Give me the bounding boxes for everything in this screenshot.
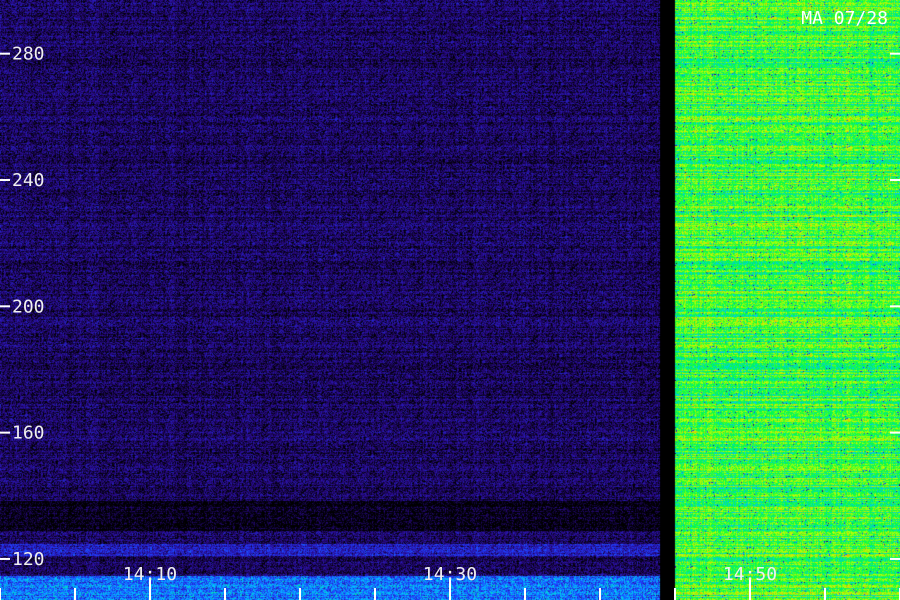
chart-overlay: 120 160 200 240 280 14:10 14:30 14:50 MA 07/28	[0, 8, 900, 600]
x-tick-label: 14:50	[723, 564, 777, 585]
x-axis: 14:10 14:30 14:50	[0, 564, 900, 600]
y-axis: 120 160 200 240 280	[0, 44, 900, 570]
y-tick-label: 240	[12, 170, 45, 191]
y-tick-label: 200	[12, 296, 45, 317]
y-tick-label: 280	[12, 44, 45, 65]
y-tick-label: 120	[12, 549, 45, 570]
chart-stamp: MA 07/28	[801, 8, 888, 29]
y-tick-label: 160	[12, 423, 45, 444]
x-tick-label: 14:10	[123, 564, 177, 585]
x-tick-label: 14:30	[423, 564, 477, 585]
